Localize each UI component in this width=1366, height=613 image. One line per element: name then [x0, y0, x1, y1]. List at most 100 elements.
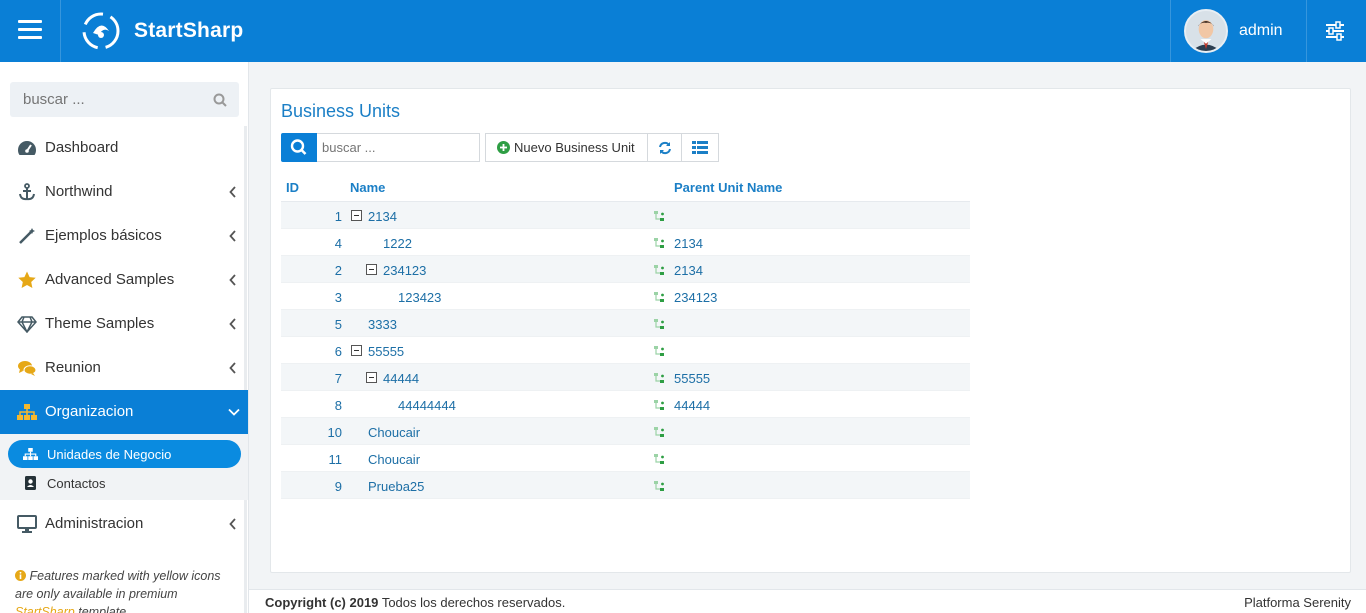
- sidebar-item-organizacion[interactable]: Organizacion: [0, 390, 248, 434]
- collapse-toggle-icon[interactable]: [351, 210, 362, 221]
- refresh-icon: [658, 141, 671, 154]
- column-header-id[interactable]: ID: [286, 180, 299, 195]
- parent-link-icon[interactable]: [653, 318, 665, 330]
- user-avatar[interactable]: [1184, 9, 1228, 53]
- sidebar: Dashboard Northwind Ejemplos básicos Adv…: [0, 62, 249, 613]
- sitemap-icon: [17, 404, 37, 420]
- grid-body: 1 2134 4 1222 2134 2 234123 2134 3 123423 234123 5 3…: [281, 202, 970, 499]
- table-row[interactable]: 11 Choucair: [281, 445, 970, 472]
- parent-link-icon[interactable]: [653, 453, 665, 465]
- sidebar-item-reunion[interactable]: Reunion: [0, 346, 248, 390]
- cell-parent-unit-name: 44444: [674, 398, 711, 413]
- refresh-button[interactable]: [648, 133, 682, 162]
- cell-id: 1: [334, 209, 342, 224]
- cell-name[interactable]: 123423: [398, 290, 441, 305]
- parent-link-icon[interactable]: [653, 264, 665, 276]
- cell-id: 2: [334, 263, 342, 278]
- cell-id: 9: [334, 479, 342, 494]
- grid-search-button[interactable]: [281, 133, 317, 162]
- chevron-down-icon: [228, 408, 240, 416]
- cell-name[interactable]: 234123: [383, 263, 426, 278]
- collapse-toggle-icon[interactable]: [366, 372, 377, 383]
- table-row[interactable]: 9 Prueba25: [281, 472, 970, 499]
- sidebar-item-label: Advanced Samples: [45, 271, 175, 288]
- sidebar-subitem-label: Contactos: [47, 476, 106, 491]
- parent-link-icon[interactable]: [653, 210, 665, 222]
- diamond-icon: [17, 316, 37, 333]
- parent-link-icon[interactable]: [653, 426, 665, 438]
- note-text: Features marked with yellow icons are on…: [15, 569, 221, 601]
- cell-name[interactable]: 55555: [368, 344, 404, 359]
- username-label[interactable]: admin: [1239, 22, 1283, 40]
- sidebar-item-label: Reunion: [45, 359, 101, 376]
- cell-id: 11: [328, 452, 343, 467]
- top-navbar: StartSharp admin: [0, 0, 1366, 62]
- comments-icon: [18, 361, 37, 376]
- collapse-toggle-icon[interactable]: [366, 264, 377, 275]
- column-header-name[interactable]: Name: [350, 180, 385, 195]
- search-icon[interactable]: [213, 93, 227, 107]
- new-business-unit-button[interactable]: Nuevo Business Unit: [485, 133, 648, 162]
- parent-link-icon[interactable]: [653, 480, 665, 492]
- chevron-left-icon: [229, 230, 236, 242]
- parent-link-icon[interactable]: [653, 399, 665, 411]
- parent-link-icon[interactable]: [653, 291, 665, 303]
- sidebar-item-label: Organizacion: [45, 403, 134, 420]
- cell-id: 3: [334, 290, 342, 305]
- grid-toolbar: Nuevo Business Unit: [485, 133, 719, 162]
- search-icon: [290, 139, 307, 155]
- sidebar-item-theme-samples[interactable]: Theme Samples: [0, 302, 248, 346]
- table-row[interactable]: 4 1222 2134: [281, 229, 970, 256]
- note-link[interactable]: StartSharp: [15, 605, 75, 613]
- note-text-suffix: template: [74, 605, 127, 613]
- cell-name[interactable]: 3333: [368, 317, 397, 332]
- cell-name[interactable]: 2134: [368, 209, 397, 224]
- parent-link-icon[interactable]: [653, 345, 665, 357]
- grid-search-input[interactable]: [317, 133, 480, 162]
- sidebar-subitem-contactos[interactable]: Contactos: [8, 469, 241, 497]
- sidebar-subitem-unidades-de-negocio[interactable]: Unidades de Negocio: [8, 440, 241, 468]
- table-row[interactable]: 2 234123 2134: [281, 256, 970, 283]
- table-row[interactable]: 8 44444444 44444: [281, 391, 970, 418]
- sidebar-item-advanced-samples[interactable]: Advanced Samples: [0, 258, 248, 302]
- settings-sliders-icon[interactable]: [1324, 21, 1346, 41]
- table-row[interactable]: 3 123423 234123: [281, 283, 970, 310]
- table-row[interactable]: 5 3333: [281, 310, 970, 337]
- cell-name[interactable]: Prueba25: [368, 479, 424, 494]
- sidebar-item-label: Dashboard: [45, 139, 119, 156]
- sidebar-item-dashboard[interactable]: Dashboard: [0, 126, 248, 170]
- cell-name[interactable]: Choucair: [368, 452, 420, 467]
- footer: Copyright (c) 2019 Todos los derechos re…: [249, 589, 1366, 613]
- table-row[interactable]: 10 Choucair: [281, 418, 970, 445]
- sidebar-item-ejemplos-basicos[interactable]: Ejemplos básicos: [0, 214, 248, 258]
- table-row[interactable]: 6 55555: [281, 337, 970, 364]
- business-units-panel: Business Units Nuevo Business Unit: [270, 88, 1351, 573]
- sidebar-search-input[interactable]: [10, 82, 190, 117]
- hamburger-menu-icon[interactable]: [18, 20, 42, 40]
- column-picker-button[interactable]: [682, 133, 719, 162]
- sidebar-item-label: Theme Samples: [45, 315, 155, 332]
- sidebar-item-northwind[interactable]: Northwind: [0, 170, 248, 214]
- cell-name[interactable]: 1222: [383, 236, 412, 251]
- plus-circle-icon: [497, 141, 510, 154]
- cell-id: 7: [334, 371, 342, 386]
- sidebar-item-administracion[interactable]: Administracion: [0, 502, 248, 546]
- collapse-toggle-icon[interactable]: [351, 345, 362, 356]
- chevron-left-icon: [229, 186, 236, 198]
- table-row[interactable]: 1 2134: [281, 202, 970, 229]
- desktop-icon: [17, 515, 37, 533]
- parent-link-icon[interactable]: [653, 237, 665, 249]
- cell-name[interactable]: Choucair: [368, 425, 420, 440]
- business-units-grid: ID Name Parent Unit Name 1 2134 4 1222 2134 2…: [281, 177, 970, 499]
- cell-name[interactable]: 44444444: [398, 398, 456, 413]
- brand-name[interactable]: StartSharp: [134, 19, 243, 43]
- table-row[interactable]: 7 44444 55555: [281, 364, 970, 391]
- address-book-icon: [25, 476, 36, 490]
- cell-name[interactable]: 44444: [383, 371, 419, 386]
- parent-link-icon[interactable]: [653, 372, 665, 384]
- chevron-left-icon: [229, 518, 236, 530]
- cell-parent-unit-name: 234123: [674, 290, 718, 305]
- organizacion-submenu: Unidades de Negocio Contactos: [0, 434, 248, 500]
- star-icon: [18, 271, 36, 288]
- column-header-parent-unit-name[interactable]: Parent Unit Name: [674, 180, 782, 195]
